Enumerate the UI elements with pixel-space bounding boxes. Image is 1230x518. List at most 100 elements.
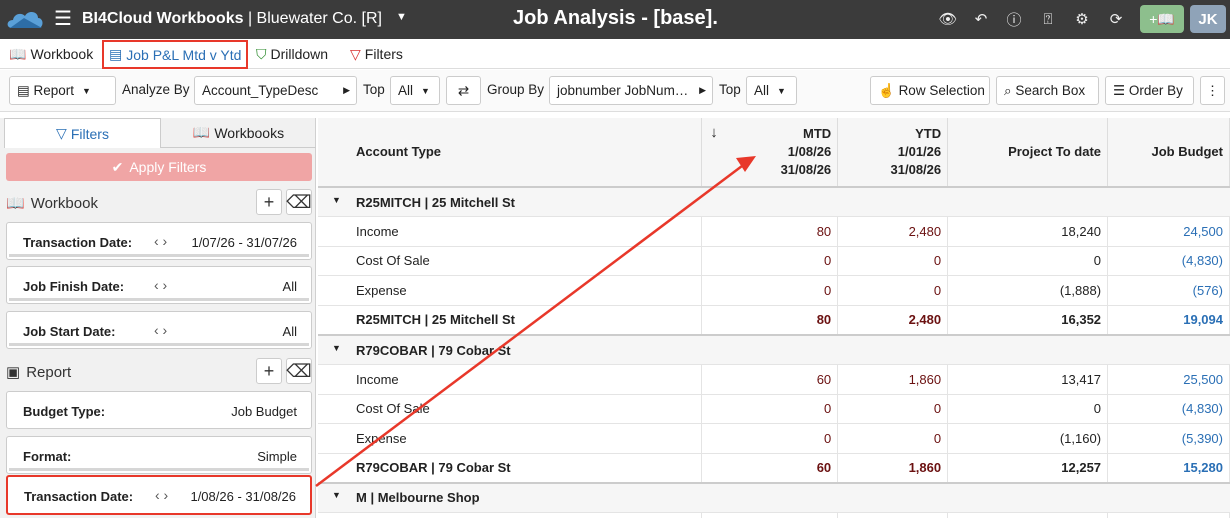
help-icon[interactable]: ⍰	[1037, 8, 1059, 30]
collapse-icon[interactable]: ▼	[332, 490, 341, 500]
filter-label: Transaction Date:	[23, 235, 133, 250]
cell-account: Expense	[318, 275, 703, 306]
col-project-to-date[interactable]: Project To date	[947, 118, 1109, 188]
settings-icon[interactable]: ⚙	[1071, 8, 1093, 30]
table-row[interactable]: Expense 0 0 (1,160) (5,390)	[318, 423, 1230, 454]
filter-transaction-date-report[interactable]: Transaction Date: ‹ › 1/08/26 - 31/08/26	[6, 475, 312, 515]
avatar[interactable]: JK	[1190, 5, 1226, 33]
tab-filters[interactable]: ▽ Filters	[350, 43, 403, 65]
report-label: Report	[33, 83, 75, 98]
chevron-down-icon: ▼	[777, 85, 786, 96]
cell-mtd: 0	[701, 423, 839, 454]
row-selection-button[interactable]: ☝ Row Selection	[870, 76, 990, 105]
report-dropdown[interactable]: ▤ Report ▼	[9, 76, 116, 105]
sidebar-tab-filters[interactable]: ▽ Filters	[4, 118, 161, 148]
cell-budget: (5,390)	[1107, 423, 1230, 454]
apply-filters-button[interactable]: ✔ Apply Filters	[6, 153, 312, 181]
eraser-button[interactable]: ⌫	[286, 358, 312, 384]
filter-transaction-date[interactable]: Transaction Date: ‹ › 1/07/26 - 31/07/26	[6, 222, 312, 260]
group-label[interactable]: ▼ M | Melbourne Shop	[318, 482, 1230, 514]
sort-down-icon[interactable]: ↓	[710, 124, 718, 142]
tab-drilldown[interactable]: ⛉ Drilldown	[256, 43, 328, 65]
prev-next-icon[interactable]: ‹ ›	[154, 277, 167, 293]
prev-next-icon[interactable]: ‹ ›	[155, 487, 168, 503]
filter-budget-type[interactable]: Budget Type: Job Budget	[6, 391, 312, 429]
add-filter-button[interactable]: +	[256, 189, 282, 215]
tab-job-pl[interactable]: ▤ Job P&L Mtd v Ytd	[102, 40, 249, 69]
filter-label: Budget Type:	[23, 404, 106, 419]
chevron-right-icon: ▶	[343, 85, 350, 95]
col-ytd[interactable]: YTD 1/01/26 31/08/26	[837, 118, 949, 188]
col-mtd[interactable]: ↓ MTD 1/08/26 31/08/26	[701, 118, 839, 188]
col-job-budget[interactable]: Job Budget	[1107, 118, 1230, 188]
workbook-tabs: 📖 Workbook ▤ Job P&L Mtd v Ytd ⛉ Drilldown …	[0, 39, 1230, 69]
section-title: Workbook	[30, 194, 98, 212]
cell-ytd: 1,860	[837, 453, 949, 484]
refresh-icon[interactable]: ⟳	[1105, 8, 1127, 30]
search-icon: ⌕	[1004, 82, 1016, 98]
hamburger-menu-icon[interactable]: ☰	[54, 9, 72, 29]
sidebar-tab-label: Workbooks	[214, 124, 285, 141]
filter-job-finish-date[interactable]: Job Finish Date: ‹ › All	[6, 266, 312, 304]
search-box-button[interactable]: ⌕ Search Box	[996, 76, 1099, 105]
app-title: BI4Cloud Workbooks | Bluewater Co. [R]	[82, 10, 382, 27]
eye-icon[interactable]: 👁	[937, 8, 959, 30]
table-row[interactable]: Income 80 2,480 18,240 24,500	[318, 216, 1230, 247]
swap-button[interactable]: ⇄	[446, 76, 481, 105]
drilldown-icon: ⛉	[256, 45, 267, 62]
total-row[interactable]: R25MITCH | 25 Mitchell St 80 2,480 16,352 19…	[318, 305, 1230, 336]
table-row[interactable]: Cost Of Sale 0 0 0 (4,830)	[318, 394, 1230, 425]
filter-value: All	[282, 279, 297, 294]
collapse-icon[interactable]: ▼	[332, 195, 341, 205]
cell-ptd: 0	[947, 246, 1109, 277]
group-row[interactable]: ▼ R25MITCH | 25 Mitchell St	[318, 187, 1230, 218]
collapse-icon[interactable]: ▼	[332, 343, 341, 353]
group-row[interactable]: ▼ M | Melbourne Shop	[318, 482, 1230, 514]
cell-mtd: 80	[701, 216, 839, 247]
filter-value: All	[282, 324, 297, 339]
filter-job-start-date[interactable]: Job Start Date: ‹ › All	[6, 311, 312, 349]
cell-account	[318, 512, 703, 518]
filter-format[interactable]: Format: Simple	[6, 436, 312, 474]
cell-account: R25MITCH | 25 Mitchell St	[318, 305, 703, 336]
cell-account: Cost Of Sale	[318, 246, 703, 277]
top-select[interactable]: All ▼	[390, 76, 440, 105]
table-row[interactable]: Expense 0 0 (1,888) (576)	[318, 275, 1230, 306]
group-by-select[interactable]: jobnumber JobNum… ▶	[549, 76, 713, 105]
cloud-logo-icon	[7, 12, 43, 28]
filter-icon: ▽	[350, 45, 361, 62]
add-filter-button[interactable]: +	[256, 358, 282, 384]
top2-select[interactable]: All ▼	[746, 76, 797, 105]
group-label[interactable]: ▼ R79COBAR | 79 Cobar St	[318, 334, 1230, 366]
undo-icon[interactable]: ↶	[970, 8, 992, 30]
cell-ytd: 0	[837, 423, 949, 454]
eraser-button[interactable]: ⌫	[286, 189, 312, 215]
add-workbook-button[interactable]: +📖	[1140, 5, 1184, 33]
prev-next-icon[interactable]: ‹ ›	[154, 233, 167, 249]
group-row[interactable]: ▼ R79COBAR | 79 Cobar St	[318, 334, 1230, 366]
cell-budget	[1107, 512, 1230, 518]
col-account-type[interactable]: Account Type	[318, 118, 703, 188]
top-bar: ☰ BI4Cloud Workbooks | Bluewater Co. [R]…	[0, 0, 1230, 39]
filter-value: 1/08/26 - 31/08/26	[190, 489, 296, 504]
filters-sidebar: ▽ Filters 📖 Workbooks ✔ Apply Filters 📖 Work…	[0, 118, 316, 518]
table-row[interactable]	[318, 512, 1230, 518]
cell-mtd: 80	[701, 305, 839, 336]
sidebar-tab-workbooks[interactable]: 📖 Workbooks	[161, 118, 316, 148]
group-label[interactable]: ▼ R25MITCH | 25 Mitchell St	[318, 187, 1230, 218]
cell-account: Income	[318, 364, 703, 395]
prev-next-icon[interactable]: ‹ ›	[154, 322, 167, 338]
table-row[interactable]: Income 60 1,860 13,417 25,500	[318, 364, 1230, 395]
section-title: Report	[26, 363, 72, 381]
table-row[interactable]: Cost Of Sale 0 0 0 (4,830)	[318, 246, 1230, 277]
cell-ytd: 2,480	[837, 305, 949, 336]
cell-budget: 19,094	[1107, 305, 1230, 336]
group-by-label: Group By	[487, 82, 545, 97]
tab-workbook[interactable]: 📖 Workbook	[9, 43, 93, 65]
info-icon[interactable]: ⓘ	[1003, 8, 1025, 30]
more-options-button[interactable]: ⋮	[1200, 76, 1225, 105]
company-dropdown-icon[interactable]: ▼	[396, 11, 407, 23]
analyze-by-select[interactable]: Account_TypeDesc ▶	[194, 76, 357, 105]
total-row[interactable]: R79COBAR | 79 Cobar St 60 1,860 12,257 15,28…	[318, 453, 1230, 484]
order-by-button[interactable]: ☰ Order By	[1105, 76, 1194, 105]
